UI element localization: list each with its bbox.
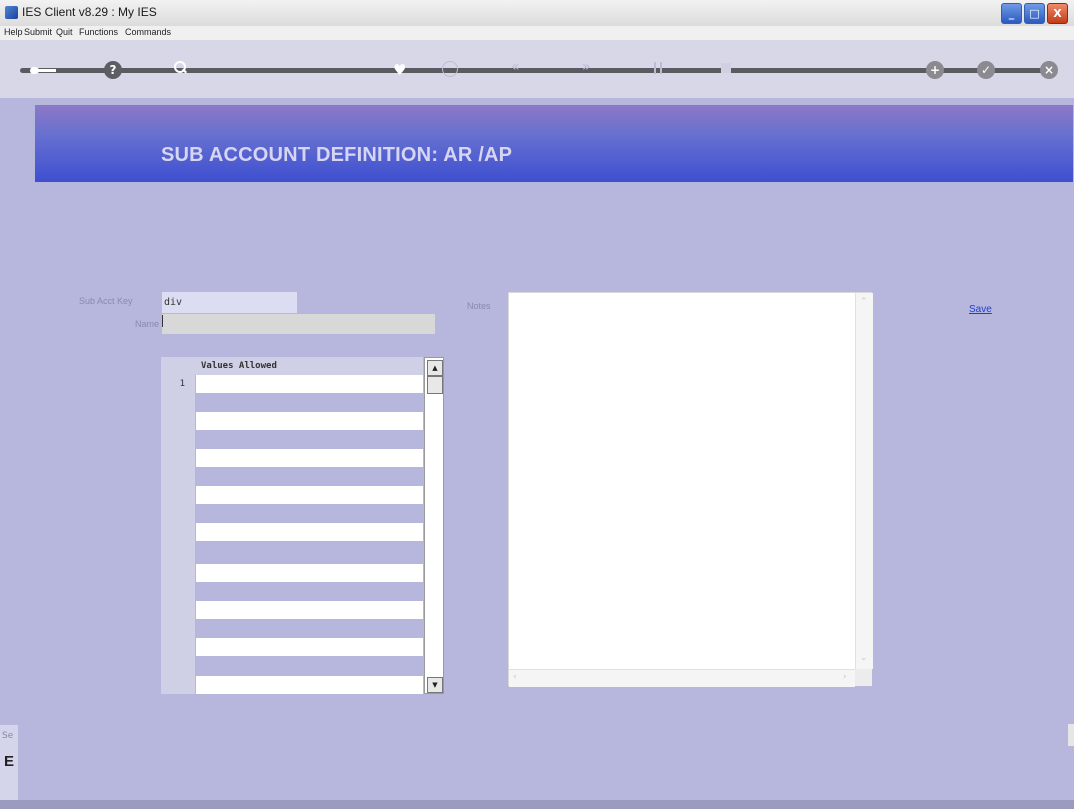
previous-icon[interactable]: « — [511, 59, 520, 75]
right-edge-fragment — [1068, 724, 1074, 746]
scroll-down-icon[interactable]: ▼ — [427, 677, 443, 693]
sub-acct-key-label: Sub Acct Key — [79, 296, 133, 306]
search-icon[interactable] — [173, 60, 187, 74]
grid-row-number: 1 — [179, 379, 185, 389]
menu-functions[interactable]: Functions — [79, 27, 118, 37]
grid-row[interactable] — [196, 638, 423, 656]
grid-row[interactable] — [196, 486, 423, 504]
grid-row[interactable] — [196, 523, 423, 541]
maximize-button[interactable]: □ — [1024, 3, 1045, 24]
grid-row[interactable] — [196, 601, 423, 619]
save-link[interactable]: Save — [969, 304, 992, 315]
next-icon[interactable]: » — [582, 59, 591, 75]
close-icon[interactable]: × — [1040, 61, 1058, 79]
grid-row[interactable] — [196, 676, 423, 694]
check-icon[interactable]: ✓ — [977, 61, 995, 79]
grid-scrollbar[interactable]: ▲ ▼ — [424, 357, 444, 694]
side-fragment-label: Se — [2, 731, 14, 741]
heart-icon[interactable]: ♥ — [393, 62, 409, 78]
grid-row[interactable] — [196, 564, 423, 582]
app-icon — [5, 6, 18, 19]
stop-icon[interactable] — [721, 63, 731, 73]
side-panel-fragment: Se E — [0, 725, 18, 800]
window-title: IES Client v8.29 : My IES — [22, 5, 157, 19]
add-icon[interactable]: + — [926, 61, 944, 79]
grid-row[interactable] — [196, 375, 423, 393]
side-fragment-letter: E — [4, 753, 15, 770]
page-title: SUB ACCOUNT DEFINITION: AR /AP — [161, 144, 513, 166]
grid-row[interactable] — [196, 412, 423, 430]
app-window: IES Client v8.29 : My IES _ □ X Help Sub… — [0, 0, 1074, 809]
scroll-corner — [855, 669, 872, 686]
chevron-right-icon[interactable]: › — [843, 672, 847, 682]
sub-acct-key-input[interactable] — [162, 292, 297, 313]
chevron-left-icon[interactable]: ‹ — [513, 672, 517, 682]
bottom-frame — [0, 800, 1074, 809]
close-button[interactable]: X — [1047, 3, 1068, 24]
menu-quit[interactable]: Quit — [56, 27, 73, 37]
pause-icon[interactable] — [654, 62, 662, 74]
minimize-button[interactable]: _ — [1001, 3, 1022, 24]
clock-icon[interactable] — [442, 61, 458, 77]
notes-vertical-scrollbar[interactable]: ⌃ ⌄ — [855, 293, 873, 669]
name-input[interactable] — [162, 314, 435, 334]
menu-bar: Help Submit Quit Functions Commands — [0, 26, 1074, 40]
menu-help[interactable]: Help — [4, 27, 23, 37]
grid-row[interactable] — [196, 449, 423, 467]
menu-commands[interactable]: Commands — [125, 27, 171, 37]
notes-horizontal-scrollbar[interactable]: ‹ › — [509, 669, 855, 687]
toolbar: ? ♥ « » + ✓ × — [0, 40, 1074, 98]
grid-gutter — [161, 357, 195, 694]
chevron-down-icon[interactable]: ⌄ — [860, 653, 868, 663]
help-icon[interactable]: ? — [104, 61, 122, 79]
text-caret — [162, 315, 163, 327]
menu-submit[interactable]: Submit — [24, 27, 52, 37]
title-bar[interactable]: IES Client v8.29 : My IES _ □ X — [0, 0, 1074, 27]
chevron-up-icon[interactable]: ⌃ — [860, 297, 868, 307]
window-controls: _ □ X — [1001, 3, 1068, 24]
scroll-up-icon[interactable]: ▲ — [427, 360, 443, 376]
notes-textarea[interactable]: ⌃ ⌄ ‹ › — [508, 292, 873, 687]
notes-label: Notes — [467, 301, 491, 311]
values-allowed-grid: Values Allowed 1 ▲ ▼ — [161, 357, 445, 694]
scroll-thumb[interactable] — [427, 376, 443, 394]
grid-column-header: Values Allowed — [195, 357, 423, 375]
name-label: Name — [135, 319, 160, 329]
key-icon[interactable] — [30, 62, 60, 78]
